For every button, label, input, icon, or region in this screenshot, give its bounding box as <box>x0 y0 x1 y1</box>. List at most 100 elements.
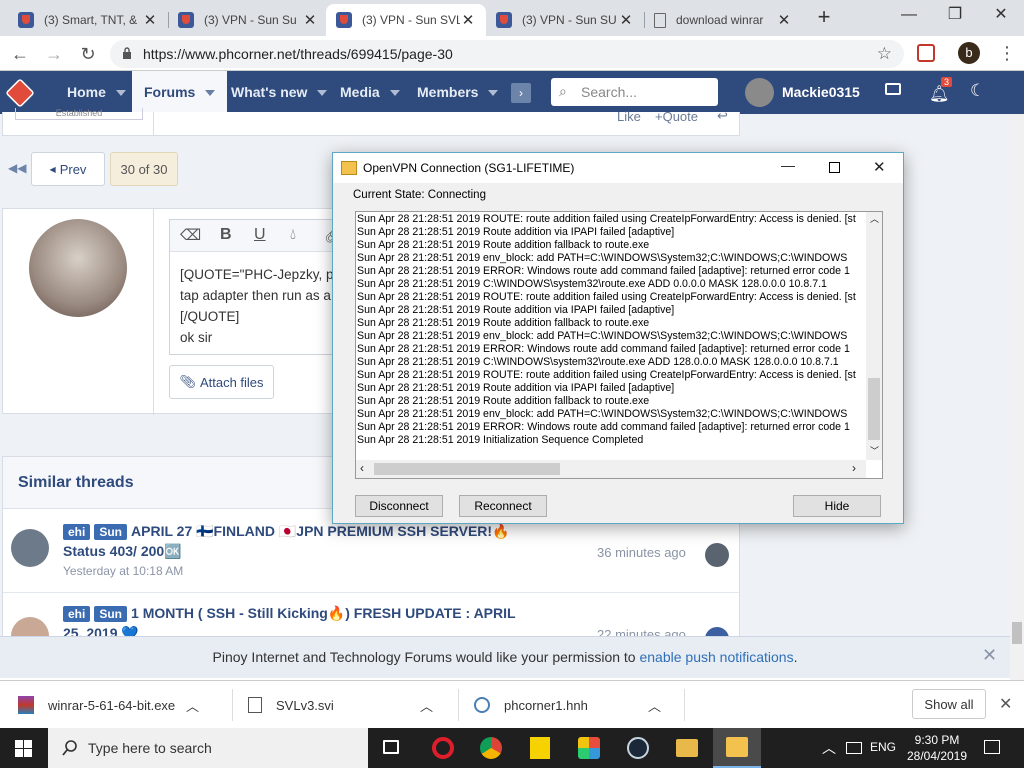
reconnect-button[interactable]: Reconnect <box>459 495 547 517</box>
browser-tab-4[interactable]: (3) VPN - Sun SU ✕ <box>486 4 644 36</box>
thread-tag[interactable]: Sun <box>94 606 128 622</box>
close-icon[interactable]: ✕ <box>302 11 318 29</box>
attach-files-button[interactable]: 📎︎ Attach files <box>169 365 274 399</box>
thread-title[interactable]: 1 MONTH ( SSH - Still Kicking🔥) FRESH UP… <box>131 605 516 621</box>
close-icon[interactable]: ✕ <box>460 11 476 29</box>
scroll-right-icon[interactable]: › <box>852 461 856 475</box>
scrollbar-thumb[interactable] <box>374 463 560 475</box>
nav-members[interactable]: Members <box>417 71 499 114</box>
close-icon[interactable]: ✕ <box>982 645 997 666</box>
moon-icon[interactable]: ☾ <box>970 81 985 101</box>
thread-title-block[interactable]: ehi Sun APRIL 27 🇫🇮FINLAND 🇯🇵JPN PREMIUM S… <box>63 523 523 578</box>
editor-text[interactable]: [QUOTE="PHC-Jepzky, po tap adapter then … <box>180 264 341 348</box>
chevron-up-icon[interactable]: ︿ <box>186 696 199 715</box>
reload-icon[interactable]: ↻ <box>76 42 100 66</box>
log-horizontal-scrollbar[interactable]: ‹ › <box>356 460 866 478</box>
reply-icon[interactable]: ↩ <box>717 108 728 124</box>
log-textarea[interactable]: Sun Apr 28 21:28:51 2019 ROUTE: route ad… <box>355 211 883 479</box>
double-left-icon[interactable]: ◀◀ <box>8 161 26 175</box>
close-icon[interactable]: ✕ <box>142 11 158 29</box>
download-item[interactable]: phcorner1.hnh ︿ <box>474 681 674 729</box>
new-tab-button[interactable]: + <box>812 6 836 30</box>
steam-icon[interactable] <box>627 737 649 759</box>
bell-icon[interactable]: 🔔︎ <box>929 84 949 104</box>
scrollbar-thumb[interactable] <box>868 378 880 440</box>
maximize-button[interactable] <box>829 162 840 173</box>
chevron-up-icon[interactable]: ︿ <box>822 738 836 758</box>
dialog-titlebar[interactable]: OpenVPN Connection (SG1-LIFETIME) — ✕ <box>333 153 903 183</box>
quote-link[interactable]: +Quote <box>655 109 698 124</box>
close-dialog-button[interactable]: ✕ <box>873 158 886 176</box>
restore-button[interactable]: ❐ <box>932 0 978 30</box>
thread-author-avatar[interactable] <box>11 529 49 567</box>
nav-media[interactable]: Media <box>340 71 400 114</box>
chevron-up-icon[interactable]: ︿ <box>420 696 433 715</box>
download-item[interactable]: SVLv3.svi ︿ <box>248 681 448 729</box>
address-bar[interactable]: https://www.phcorner.net/threads/699415/… <box>110 40 904 68</box>
thread-tag[interactable]: ehi <box>63 524 91 540</box>
clock[interactable]: 9:30 PM 28/04/2019 <box>900 732 974 764</box>
network-icon[interactable] <box>846 742 862 754</box>
browser-tab-2[interactable]: (3) VPN - Sun Su ✕ <box>168 4 328 36</box>
nav-forums[interactable]: Forums <box>132 71 228 114</box>
action-center-icon[interactable] <box>984 740 1000 754</box>
app-grid-icon[interactable] <box>578 737 600 759</box>
page-scrollbar[interactable] <box>1010 114 1024 680</box>
taskbar-search-box[interactable]: Type here to search <box>48 728 368 768</box>
browser-tab-1[interactable]: (3) Smart, TNT, & ✕ <box>8 4 168 36</box>
enable-push-link[interactable]: enable push notifications <box>639 649 793 665</box>
disconnect-button[interactable]: Disconnect <box>355 495 443 517</box>
language-indicator[interactable]: ENG <box>870 740 896 754</box>
last-poster-avatar[interactable] <box>705 543 729 567</box>
extension-icon[interactable] <box>917 44 935 62</box>
close-icon[interactable]: ✕ <box>776 11 792 29</box>
scrollbar-thumb[interactable] <box>1012 622 1022 644</box>
thread-title-line2[interactable]: Status 403/ 200🆗 <box>63 543 523 560</box>
download-item[interactable]: winrar-5-61-64-bit.exe ︿ <box>18 681 218 729</box>
windows-start-icon[interactable] <box>15 740 32 757</box>
underline-icon[interactable]: U <box>254 226 266 244</box>
hide-button[interactable]: Hide <box>793 495 881 517</box>
color-drop-icon[interactable]: 💧︎ <box>290 226 296 243</box>
opera-icon[interactable] <box>432 737 454 759</box>
prev-page-button[interactable]: ◀ Prev <box>31 152 105 186</box>
close-icon[interactable]: ✕ <box>618 11 634 29</box>
log-vertical-scrollbar[interactable]: ︿ ﹀ <box>866 212 882 460</box>
file-explorer-icon[interactable] <box>676 739 698 757</box>
chevron-up-icon[interactable]: ︿ <box>648 696 661 715</box>
thread-title[interactable]: APRIL 27 🇫🇮FINLAND 🇯🇵JPN PREMIUM SSH SER… <box>131 523 510 539</box>
menu-dots-icon[interactable]: ⋮ <box>998 41 1016 65</box>
nav-whats-new[interactable]: What's new <box>231 71 328 114</box>
like-link[interactable]: Like <box>617 109 641 124</box>
bookmark-star-icon[interactable]: ☆ <box>877 44 892 64</box>
nav-scroll-right-icon[interactable]: › <box>511 83 531 103</box>
eraser-icon[interactable]: ⌫ <box>180 226 201 244</box>
show-all-button[interactable]: Show all <box>912 689 986 719</box>
sticky-notes-icon[interactable] <box>530 737 550 759</box>
close-icon[interactable]: ✕ <box>999 694 1012 714</box>
forward-arrow-icon[interactable]: → <box>42 42 66 66</box>
mail-icon[interactable] <box>885 83 901 95</box>
browser-tab-5[interactable]: download winrar ✕ <box>644 4 802 36</box>
minimize-button[interactable]: — <box>781 157 795 173</box>
close-window-button[interactable]: ✕ <box>978 0 1024 30</box>
forum-search-input[interactable]: ⌕ Search... <box>551 78 718 106</box>
minimize-button[interactable]: — <box>886 0 932 30</box>
page-indicator[interactable]: 30 of 30 <box>110 152 178 186</box>
username[interactable]: Mackie0315 <box>782 71 860 114</box>
user-avatar[interactable] <box>745 78 774 107</box>
profile-avatar[interactable]: b <box>958 42 980 64</box>
task-view-icon[interactable] <box>383 740 399 754</box>
scroll-down-icon[interactable]: ﹀ <box>870 444 879 457</box>
browser-tab-3-active[interactable]: (3) VPN - Sun SVL ✕ <box>326 4 486 36</box>
chrome-icon[interactable] <box>480 737 502 759</box>
site-logo-icon[interactable] <box>5 78 35 108</box>
thread-tag[interactable]: Sun <box>94 524 128 540</box>
scroll-left-icon[interactable]: ‹ <box>360 461 364 475</box>
openvpn-taskbar-button[interactable] <box>713 728 761 768</box>
divider <box>153 209 154 415</box>
thread-tag[interactable]: ehi <box>63 606 91 622</box>
scroll-up-icon[interactable]: ︿ <box>870 212 879 225</box>
back-arrow-icon[interactable]: ← <box>8 42 32 66</box>
bold-icon[interactable]: B <box>220 226 232 244</box>
